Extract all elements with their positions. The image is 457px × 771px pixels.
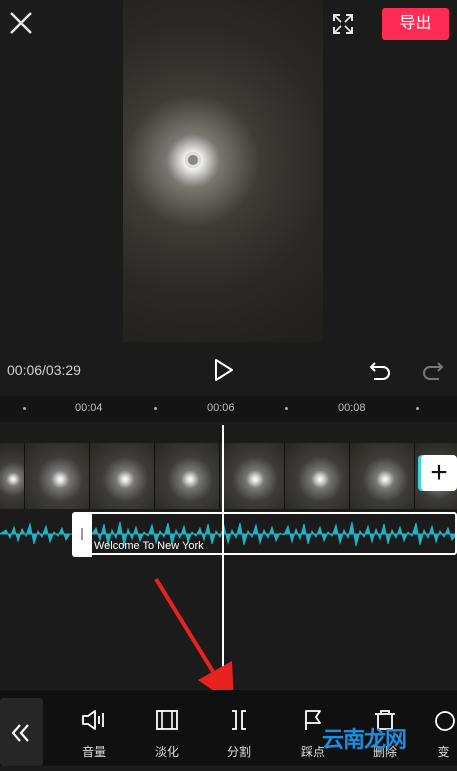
fullscreen-button[interactable] (331, 12, 355, 36)
watermark: 云南龙网 (322, 727, 407, 752)
ruler-tick (285, 407, 288, 410)
undo-button[interactable] (368, 359, 392, 381)
handle-grip (81, 528, 83, 540)
ruler-tick (23, 407, 26, 410)
double-chevron-left-icon (11, 724, 29, 742)
video-thumbnail (220, 443, 285, 509)
video-thumbnail (25, 443, 90, 509)
tool-split-label: 分割 (226, 745, 251, 759)
export-button[interactable]: 导出 (382, 8, 449, 40)
tool-split[interactable]: 分割 (214, 708, 264, 760)
tool-volume[interactable]: 音量 (69, 708, 119, 760)
video-thumbnail (155, 443, 220, 509)
ruler-tick (154, 407, 157, 410)
timeline-ruler[interactable]: 00:04 00:06 00:08 (0, 396, 457, 422)
split-icon (232, 710, 246, 730)
video-thumbnail (0, 443, 25, 509)
tool-fade-label: 淡化 (154, 745, 179, 759)
undo-icon (369, 362, 390, 380)
tool-volume-label: 音量 (81, 745, 106, 759)
ruler-label: 00:08 (338, 402, 366, 414)
playback-time: 00:06/03:29 (7, 362, 81, 378)
video-thumbnail (350, 443, 415, 509)
plus-icon: + (430, 456, 448, 489)
ruler-label: 00:06 (207, 402, 235, 414)
ruler-label: 00:04 (75, 402, 103, 414)
close-icon (10, 12, 32, 34)
preview-light-bulb (185, 152, 201, 168)
tool-fade[interactable]: 淡化 (142, 708, 192, 760)
play-icon (215, 359, 233, 381)
video-thumbnail (285, 443, 350, 509)
redo-button[interactable] (421, 359, 445, 381)
close-button[interactable] (8, 10, 34, 36)
video-track[interactable] (0, 443, 457, 509)
play-button[interactable] (211, 357, 235, 383)
fullscreen-icon (333, 14, 353, 34)
collapse-toolbar-button[interactable] (0, 698, 43, 766)
fade-icon (156, 710, 178, 730)
tool-speed-label: 变 (437, 745, 450, 759)
speed-icon (435, 711, 455, 731)
redo-icon (423, 362, 444, 380)
video-preview[interactable] (123, 0, 323, 342)
audio-clip-trim-handle[interactable] (72, 512, 92, 557)
video-thumbnail (90, 443, 155, 509)
ruler-tick (416, 407, 419, 410)
volume-icon (82, 710, 104, 730)
audio-clip-title: Welcome To New York (94, 540, 204, 552)
tool-speed[interactable]: 变 (430, 708, 457, 760)
add-clip-button[interactable]: + (421, 455, 457, 491)
